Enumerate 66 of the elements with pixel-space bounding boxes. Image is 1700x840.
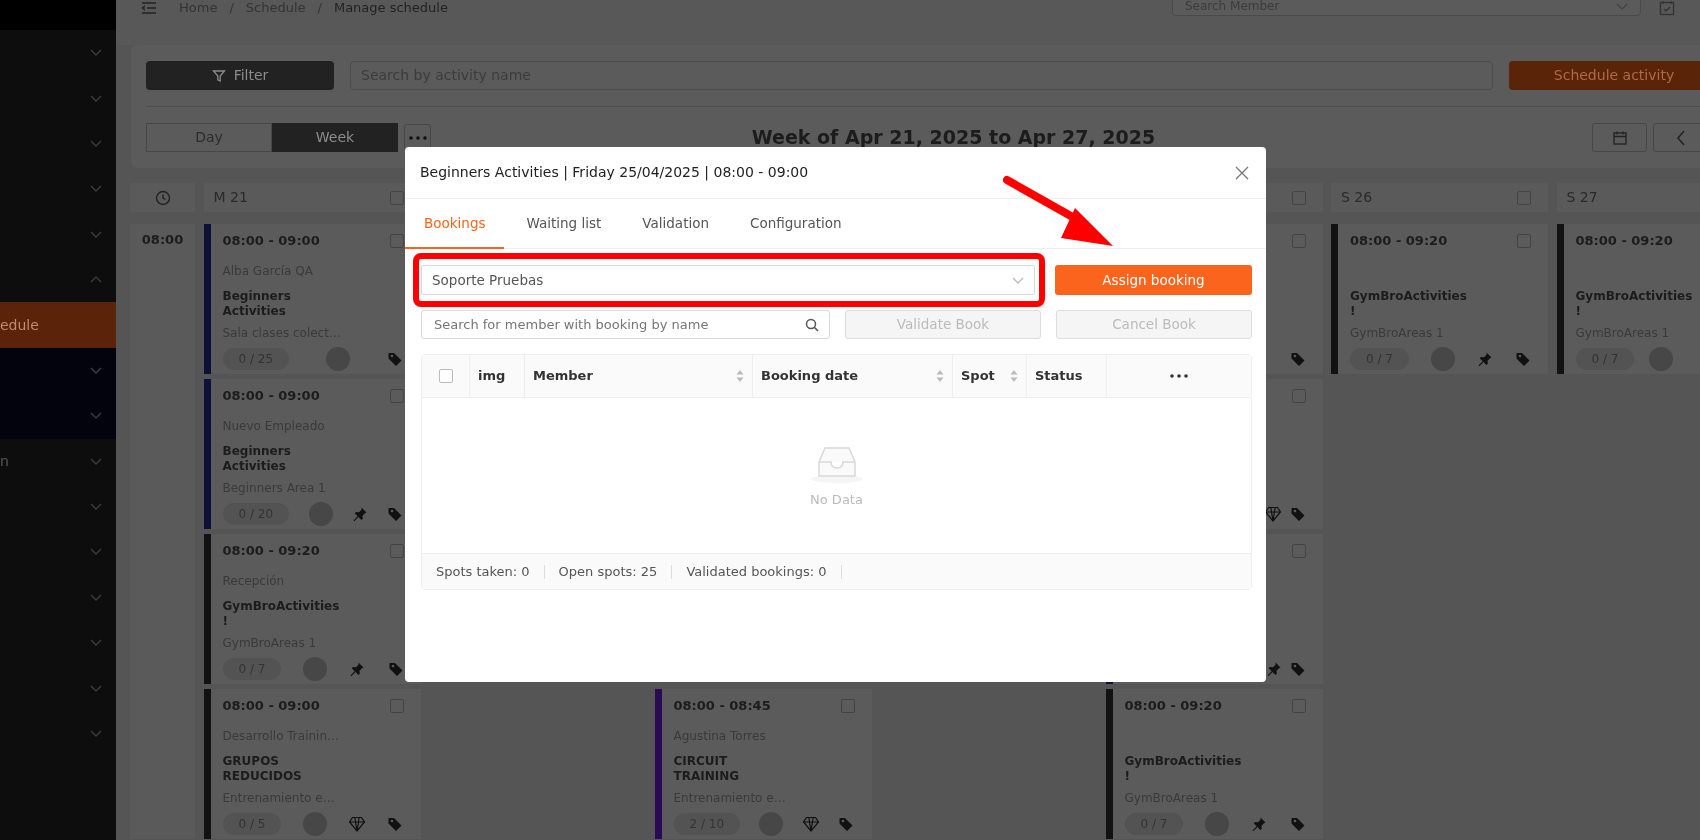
event-time: 08:00 - 09:20 [1575, 232, 1673, 251]
sort-icon[interactable] [1010, 370, 1018, 382]
tab[interactable]: Configuration [731, 199, 860, 249]
calendar-button[interactable] [1592, 123, 1647, 152]
tab[interactable]: Validation [623, 199, 727, 249]
calendar-icon[interactable] [1659, 0, 1675, 16]
activity-name: Beginners Activities [222, 444, 291, 474]
sort-icon[interactable] [936, 370, 944, 382]
sidebar-item[interactable] [0, 393, 116, 439]
event-time: 08:00 - 09:00 [222, 697, 320, 716]
sort-icon[interactable] [736, 370, 744, 382]
checkbox[interactable] [389, 389, 404, 403]
checkbox[interactable] [438, 369, 453, 383]
sidebar-item[interactable] [0, 347, 116, 394]
column-header[interactable]: Spot [953, 355, 1027, 397]
breadcrumb-separator: / [317, 1, 322, 15]
checkbox[interactable] [389, 544, 404, 558]
close-icon [1235, 165, 1249, 180]
event-time: 08:00 - 09:00 [222, 232, 320, 251]
search-icon [805, 317, 819, 332]
assign-booking-button[interactable]: Assign booking [1055, 265, 1252, 295]
checkbox[interactable] [389, 234, 404, 248]
view-toggle[interactable]: Week [272, 123, 398, 152]
event-time: 08:00 - 09:20 [1350, 232, 1448, 251]
week-title: Week of Apr 21, 2025 to Apr 27, 2025 [750, 125, 1157, 151]
stat-text: Open spots: 25 [551, 564, 673, 579]
clock-icon [154, 189, 171, 206]
column-header[interactable]: img [470, 355, 525, 397]
event-time: 08:00 - 09:20 [1124, 697, 1222, 716]
booking-search-field[interactable]: Search for member with booking by name [421, 310, 830, 339]
time-label: 08:00 [140, 231, 185, 249]
calendar-icon [1611, 129, 1628, 146]
previous-button[interactable] [1653, 123, 1700, 152]
member-select[interactable]: Soporte Pruebas [421, 265, 1035, 295]
activity-name: GymBroActivities ! [1124, 754, 1242, 784]
column-header[interactable]: Booking date [753, 355, 953, 397]
activity-name: GymBroActivities ! [1575, 289, 1693, 319]
more-icon [407, 135, 428, 140]
event-time: 08:00 - 09:20 [222, 542, 320, 561]
menu-icon[interactable] [141, 1, 157, 15]
filter-icon [211, 68, 226, 83]
event-time: 08:00 - 08:45 [673, 697, 771, 716]
dialog-title: Beginners Activities | Friday 25/04/2025 | 08:00 - 09:00 [420, 163, 809, 183]
activity-name: GymBroActivities ! [222, 599, 340, 629]
more-icon[interactable] [1169, 374, 1189, 378]
schedule-activity-button[interactable]: Schedule activity [1509, 61, 1700, 90]
empty-message: No Data [810, 490, 863, 509]
activity-name: GRUPOS REDUCIDOS [222, 754, 302, 784]
sidebar-item[interactable]: n [0, 438, 116, 484]
column-header[interactable]: Member [525, 355, 753, 397]
stat-text: Spots taken: 0 [429, 564, 545, 579]
search-input[interactable]: Search for member with booking by name [432, 313, 805, 336]
filter-button[interactable]: Filter [146, 61, 334, 90]
activity-name: CIRCUIT TRAINING [673, 754, 740, 784]
breadcrumb-separator: / [229, 1, 234, 15]
chevron-icon [1012, 276, 1024, 284]
event-time: 08:00 - 09:00 [222, 387, 320, 406]
tab[interactable]: Bookings [405, 199, 504, 249]
activity-name: Beginners Activities [222, 289, 291, 319]
checkbox[interactable] [389, 190, 404, 205]
stat-text: Validated bookings: 0 [679, 564, 842, 579]
sidebar-item[interactable]: edule [0, 302, 116, 348]
column-header[interactable]: Status [1027, 355, 1107, 397]
activity-name: GymBroActivities ! [1350, 289, 1467, 319]
chevron-left-icon [1675, 129, 1686, 146]
tab[interactable]: Waiting list [507, 199, 620, 249]
